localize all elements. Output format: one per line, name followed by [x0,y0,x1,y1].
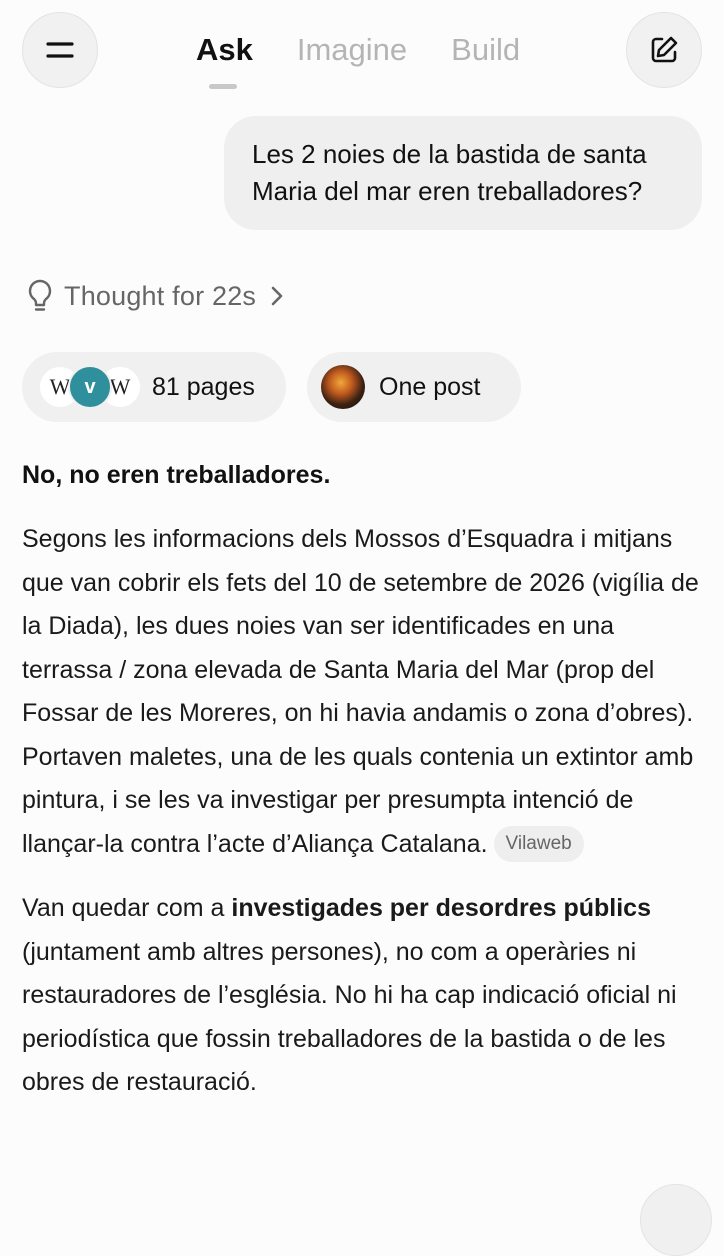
tab-ask[interactable]: Ask [196,28,253,89]
thought-label: Thought for 22s [64,280,257,311]
answer-paragraph-text: (juntament amb altres persones), no com … [22,937,677,1097]
top-bar: Ask Imagine Build [0,0,724,110]
thought-toggle[interactable]: Thought for 22s [26,278,284,314]
new-chat-button[interactable] [626,12,702,88]
user-message-line: Maria del mar eren treballadores? [252,176,643,206]
tab-ask-label: Ask [196,32,253,67]
post-avatar [321,365,365,409]
user-message-bubble: Les 2 noies de la bastida de santa Maria… [224,116,702,230]
menu-button[interactable] [22,12,98,88]
tab-build[interactable]: Build [451,28,520,72]
answer-paragraph-text: Van quedar com a [22,894,232,922]
answer-heading: No, no eren treballadores. [22,461,331,489]
user-message-line: Les 2 noies de la bastida de santa [252,139,647,169]
pages-count-label: 81 pages [152,372,255,401]
sources-post-chip[interactable]: One post [307,352,521,422]
tab-build-label: Build [451,32,521,67]
sources-pages-chip[interactable]: W W v 81 pages [22,352,286,422]
post-count-label: One post [379,372,481,401]
mode-tabs: Ask Imagine Build [196,28,520,89]
scroll-down-button[interactable] [640,1184,712,1256]
chevron-right-icon [271,286,283,306]
menu-icon [46,42,74,58]
answer-paragraph: Van quedar com a investigades per desord… [22,887,706,1105]
answer-bold-text: investigades per desordres públics [231,894,651,922]
answer-paragraph-text: Segons les informacions dels Mossos d’Es… [22,525,699,858]
vilaweb-icon: v [68,365,112,409]
tab-imagine[interactable]: Imagine [297,28,407,72]
tab-imagine-label: Imagine [296,32,408,67]
source-citation-vilaweb[interactable]: Vilaweb [493,825,584,862]
answer-paragraph: Segons les informacions dels Mossos d’Es… [22,518,706,866]
assistant-answer: No, no eren treballadores. Segons les in… [22,456,706,1105]
source-favicons: W W v [38,365,142,409]
active-tab-indicator [209,84,237,89]
edit-icon [651,36,678,63]
lightbulb-icon [28,279,52,311]
